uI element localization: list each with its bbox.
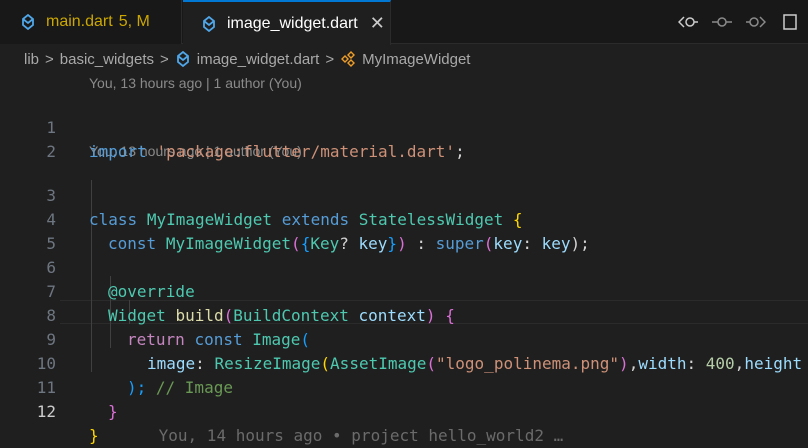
tab-status: 5, M <box>118 13 150 30</box>
tab-label: image_widget.dart <box>227 14 358 32</box>
bracket: } <box>89 426 99 445</box>
editor-actions <box>678 0 808 44</box>
breadcrumb-item-class[interactable]: MyImageWidget <box>362 51 470 68</box>
breadcrumb-separator: > <box>325 50 335 68</box>
line-number: 12 <box>36 402 56 421</box>
keyword: import <box>89 142 147 161</box>
code-line[interactable]: 4 const MyImageWidget({Key? key}) : supe… <box>0 184 808 253</box>
dart-file-icon <box>203 15 215 32</box>
code-line[interactable]: 2 <box>0 116 808 161</box>
go-back-commit-icon[interactable] <box>678 12 698 32</box>
code-line[interactable]: 5 <box>0 208 808 253</box>
breadcrumb-item-file[interactable]: image_widget.dart <box>197 51 320 68</box>
tab-main-dart[interactable]: main.dart 5, M <box>0 0 182 44</box>
commit-icon[interactable] <box>712 12 732 32</box>
string: 'package:flutter/material.dart' <box>156 142 456 161</box>
code-line[interactable]: 9 image: ResizeImage(AssetImage("logo_po… <box>0 304 808 373</box>
dart-file-icon <box>22 14 34 30</box>
breadcrumb: lib > basic_widgets > image_widget.dart … <box>24 48 470 70</box>
code-line[interactable]: 6 @override <box>0 232 808 301</box>
breadcrumb-separator: > <box>160 50 169 68</box>
blame-annotation[interactable]: You, 13 hours ago | 1 author (You) <box>89 75 302 91</box>
tab-image-widget-dart[interactable]: image_widget.dart ✕ <box>183 0 391 45</box>
code-line[interactable]: 12 } You, 14 hours ago • project hello_wo… <box>0 376 808 445</box>
dart-file-icon <box>176 51 189 67</box>
inline-blame[interactable]: You, 14 hours ago • project hello_world2… <box>159 426 564 445</box>
code-line[interactable]: 11 } <box>0 352 808 421</box>
tab-label: main.dart <box>46 13 113 30</box>
code-line[interactable]: 3 class MyImageWidget extends StatelessW… <box>0 160 808 229</box>
code-line[interactable]: 7 Widget build(BuildContext context) { <box>0 256 808 325</box>
tab-bar: main.dart 5, M image_widget.dart ✕ <box>0 0 808 45</box>
code-line[interactable]: 8 return const Image( <box>0 280 808 349</box>
breadcrumb-separator: > <box>45 50 54 68</box>
breadcrumb-item-lib[interactable]: lib <box>24 51 39 68</box>
class-symbol-icon <box>341 51 356 67</box>
close-icon[interactable]: ✕ <box>370 13 385 34</box>
code-line[interactable]: 1 import 'package:flutter/material.dart'… <box>0 92 808 161</box>
go-forward-commit-icon[interactable] <box>746 12 766 32</box>
split-editor-icon[interactable] <box>780 12 800 32</box>
breadcrumb-item-basic-widgets[interactable]: basic_widgets <box>60 51 154 68</box>
punct: ; <box>455 142 465 161</box>
bracket: } <box>108 402 118 421</box>
code-line[interactable]: 10 ); // Image <box>0 328 808 397</box>
